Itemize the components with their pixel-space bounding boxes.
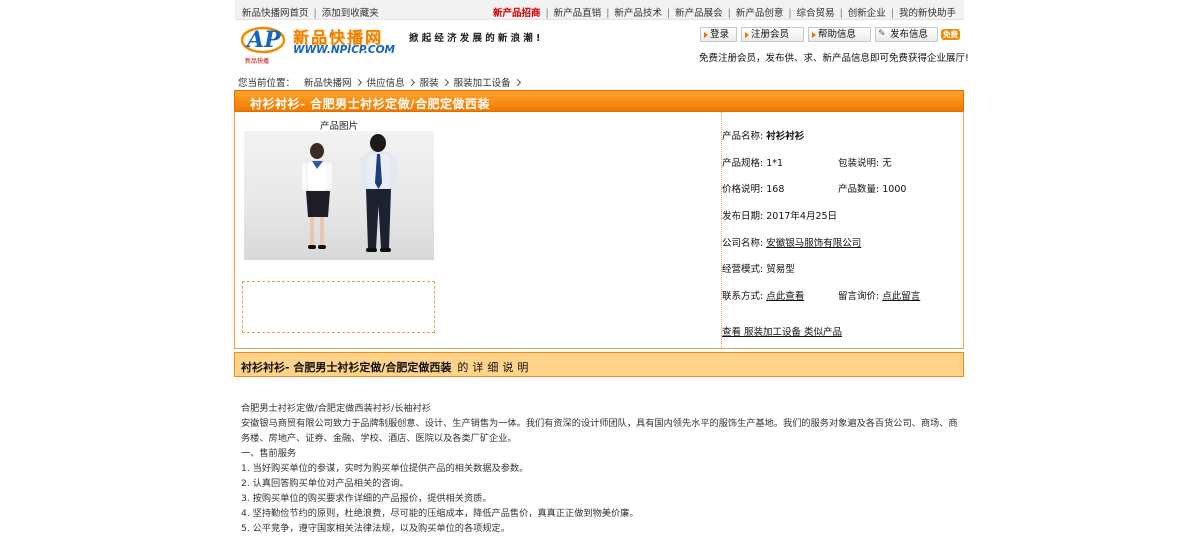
breadcrumb-item-equipment[interactable]: 服装加工设备 bbox=[454, 78, 511, 89]
register-note: 免费注册会员，发布供、求、新产品信息即可免费获得企业展厅! bbox=[699, 53, 969, 64]
site-logo[interactable]: AP 新品快播网 WWW.NPICP.COM 新品快播 bbox=[241, 22, 409, 65]
page: 新品快播网首页 | 添加到收藏夹 新产品招商 | 新产品直销 | 新产品技术 | 新产品展会 | 新… bbox=[234, 0, 969, 536]
arrow-icon bbox=[812, 32, 816, 38]
product-description: 合肥男士衬衫定做/合肥定做西装衬衫/长袖衬衫 安徽银马商贸有限公司致力于品牌制服… bbox=[241, 401, 959, 536]
info-row-pack: 包装说明: 无 bbox=[838, 158, 892, 169]
detail-product-title: 衬衫衬衫- 合肥男士衬衫定做/合肥定做西装 bbox=[241, 361, 452, 374]
nav-innovative-enterprise[interactable]: 创新企业 bbox=[848, 8, 886, 19]
detail-header: 衬衫衬衫- 合肥男士衬衫定做/合肥定做西装 的详细说明 bbox=[234, 352, 964, 377]
nav-new-product-expo[interactable]: 新产品展会 bbox=[675, 8, 723, 19]
info-row-price: 价格说明: 168 bbox=[722, 184, 785, 195]
detail-title: 衬衫衬衫- 合肥男士衬衫定做/合肥定做西装 的详细说明 bbox=[241, 359, 532, 375]
info-row-company: 公司名称: 安徽银马服饰有限公司 bbox=[722, 238, 862, 249]
product-title: 衬衫衬衫- 合肥男士衬衫定做/合肥定做西装 bbox=[250, 97, 491, 111]
ap-logo-icon: AP bbox=[241, 26, 286, 54]
detail-suffix: 的详细说明 bbox=[457, 361, 533, 374]
top-bar: 新品快播网首页 | 添加到收藏夹 新产品招商 | 新产品直销 | 新产品技术 | 新产品展会 | 新… bbox=[235, 0, 964, 20]
breadcrumb: 您当前位置： 新品快播网 供应信息 服装 服装加工设备 bbox=[238, 75, 526, 89]
nav-assistant[interactable]: 我的新快助手 bbox=[899, 8, 956, 19]
desc-line: 3. 按购买单位的购买要求作详细的产品报价，提供相关资质。 bbox=[241, 493, 492, 504]
info-row-mode: 经营模式: 贸易型 bbox=[722, 264, 795, 275]
info-row-spec: 产品规格: 1*1 bbox=[722, 158, 784, 169]
desc-line: 1. 当好购买单位的参谋，实时为购买单位提供产品的相关数据及参数。 bbox=[241, 463, 529, 474]
register-button[interactable]: 注册会员 bbox=[741, 27, 804, 42]
contact-link[interactable]: 点此查看 bbox=[766, 291, 804, 302]
desc-line: 2. 认真回答购买单位对产品相关的咨询。 bbox=[241, 478, 409, 489]
nav-trade[interactable]: 综合贸易 bbox=[797, 8, 835, 19]
product-name: 衬衫衬衫 bbox=[766, 131, 805, 142]
top-nav: 新产品招商 | 新产品直销 | 新产品技术 | 新产品展会 | 新产品创意 | 综合贸易 | 创新企业 |… bbox=[492, 8, 956, 19]
site-slogan: 掀起经济发展的新浪潮! bbox=[409, 33, 544, 44]
add-favorite-link[interactable]: 添加到收藏夹 bbox=[322, 8, 379, 19]
top-left-links: 新品快播网首页 | 添加到收藏夹 bbox=[242, 8, 379, 19]
chevron-right-icon bbox=[513, 78, 521, 87]
publish-button[interactable]: ✎ 发布信息 bbox=[875, 27, 938, 42]
product-photo-illustration bbox=[302, 134, 397, 252]
product-image[interactable] bbox=[244, 131, 434, 260]
info-row-contact: 联系方式: 点此查看 bbox=[722, 291, 805, 302]
chevron-right-icon bbox=[441, 78, 449, 87]
desc-line: 4. 坚持勤俭节约的原则，杜绝浪费，尽可能的压缩成本，降低产品售价，真真正正做到… bbox=[241, 508, 639, 519]
nav-new-product-direct[interactable]: 新产品直销 bbox=[554, 8, 602, 19]
desc-line: 一、售前服务 bbox=[241, 448, 297, 459]
product-spec: 1*1 bbox=[766, 158, 784, 169]
logo-mini-text: 新品快播 bbox=[245, 58, 270, 65]
chevron-right-icon bbox=[354, 78, 362, 87]
similar-products-link[interactable]: 查看 服装加工设备 类似产品 bbox=[722, 327, 842, 338]
inquiry-link[interactable]: 点此留言 bbox=[882, 291, 920, 302]
product-info: 产品名称: 衬衫衬衫 产品规格: 1*1 包装说明: 无 价格说明: 168 产… bbox=[722, 111, 962, 347]
edit-icon: ✎ bbox=[878, 29, 886, 39]
image-placeholder-box bbox=[242, 281, 435, 333]
info-row-similar: 查看 服装加工设备 类似产品 bbox=[722, 324, 842, 338]
breadcrumb-item-supply[interactable]: 供应信息 bbox=[367, 78, 405, 89]
login-button[interactable]: 登录 bbox=[700, 27, 737, 42]
info-row-name: 产品名称: 衬衫衬衫 bbox=[722, 131, 805, 142]
product-panel: 产品图片 产品名称: 衬衫衬衫 产品规格: 1*1 包装说明: 无 价格说明: … bbox=[234, 111, 964, 349]
chevron-right-icon bbox=[407, 78, 415, 87]
info-row-qty: 产品数量: 1000 bbox=[838, 184, 907, 195]
arrow-icon bbox=[704, 32, 708, 38]
free-badge: 免费 bbox=[941, 29, 960, 40]
breadcrumb-item-home[interactable]: 新品快播网 bbox=[304, 78, 352, 89]
nav-new-product-invest[interactable]: 新产品招商 bbox=[493, 8, 541, 19]
nav-new-product-creative[interactable]: 新产品创意 bbox=[736, 8, 784, 19]
info-row-inquiry: 留言询价: 点此留言 bbox=[838, 291, 921, 302]
product-title-bar: 衬衫衬衫- 合肥男士衬衫定做/合肥定做西装 bbox=[234, 90, 964, 112]
breadcrumb-item-apparel[interactable]: 服装 bbox=[420, 78, 439, 89]
desc-line: 安徽银马商贸有限公司致力于品牌制服创意、设计、生产销售为一体。我们有资深的设计师… bbox=[241, 418, 958, 444]
desc-line: 合肥男士衬衫定做/合肥定做西装衬衫/长袖衬衫 bbox=[241, 403, 431, 414]
arrow-icon bbox=[745, 32, 749, 38]
product-pack: 无 bbox=[882, 158, 892, 169]
product-price: 168 bbox=[766, 184, 785, 195]
product-date: 2017年4月25日 bbox=[766, 211, 838, 222]
nav-new-product-tech[interactable]: 新产品技术 bbox=[614, 8, 662, 19]
home-link[interactable]: 新品快播网首页 bbox=[242, 8, 309, 19]
company-link[interactable]: 安徽银马服饰有限公司 bbox=[766, 238, 861, 249]
business-mode: 贸易型 bbox=[766, 264, 795, 275]
breadcrumb-prefix: 您当前位置： bbox=[238, 78, 296, 89]
info-row-date: 发布日期: 2017年4月25日 bbox=[722, 211, 838, 222]
product-image-label: 产品图片 bbox=[320, 121, 359, 132]
logo-url-text: WWW.NPICP.COM bbox=[293, 44, 395, 56]
product-qty: 1000 bbox=[882, 184, 907, 195]
desc-line: 5. 公平竞争，遵守国家相关法律法规，以及购买单位的各项规定。 bbox=[241, 523, 510, 534]
help-button[interactable]: 帮助信息 bbox=[808, 27, 871, 42]
svg-text:AP: AP bbox=[245, 27, 282, 53]
